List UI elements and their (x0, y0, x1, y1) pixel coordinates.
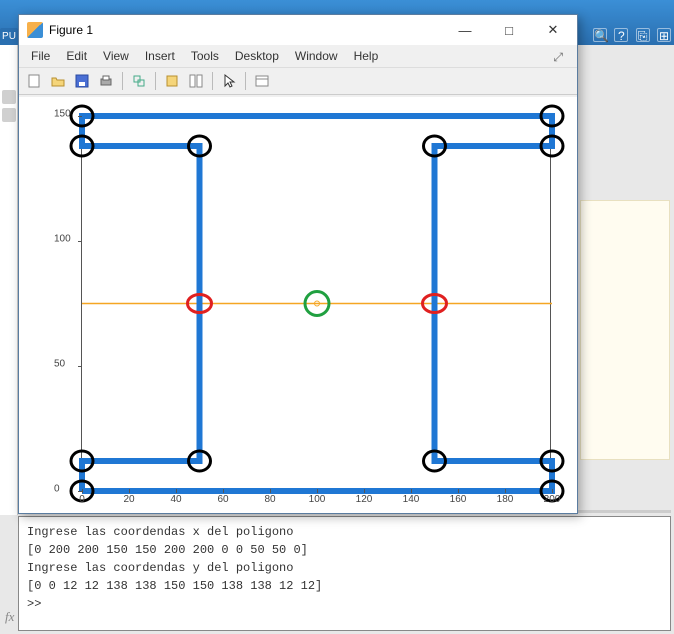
menu-insert[interactable]: Insert (137, 47, 183, 65)
menu-window[interactable]: Window (287, 47, 346, 65)
command-window[interactable]: Ingrese las coordendas x del poligono [0… (18, 516, 671, 631)
plot-area[interactable]: 0 20 40 60 80 100 120 140 160 180 200 0 50 100 150 (19, 97, 577, 513)
link-icon[interactable] (128, 70, 150, 92)
ytick-label: 150 (54, 109, 71, 120)
console-line: Ingrese las coordendas y del poligono (27, 559, 662, 577)
xtick-label: 0 (79, 494, 85, 505)
menu-tools[interactable]: Tools (183, 47, 227, 65)
pointer-icon[interactable] (218, 70, 240, 92)
xtick-label: 180 (497, 494, 514, 505)
plot-canvas (82, 116, 550, 489)
ytick-label: 100 (54, 234, 71, 245)
xtick-label: 20 (123, 494, 134, 505)
figure-window: Figure 1 — □ ✕ File Edit View Insert Too… (18, 14, 578, 514)
xtick-label: 60 (217, 494, 228, 505)
ide-tooltip-panel (580, 200, 670, 460)
layout-icon[interactable] (185, 70, 207, 92)
menu-desktop[interactable]: Desktop (227, 47, 287, 65)
open-icon[interactable] (47, 70, 69, 92)
xtick-label: 160 (450, 494, 467, 505)
layout-icon[interactable]: ⊞ (657, 28, 671, 42)
help-icon[interactable]: ? (614, 28, 628, 42)
xtick-label: 40 (170, 494, 181, 505)
ide-tab-pu[interactable]: PU (0, 28, 18, 46)
toolbar-separator (155, 72, 156, 90)
dock-icon[interactable]: ⤢ (545, 48, 571, 67)
maximize-button[interactable]: □ (487, 16, 531, 44)
gutter-icon[interactable] (2, 108, 16, 122)
figure-toolbar (19, 67, 577, 95)
ytick-label: 0 (54, 484, 60, 495)
xtick-label: 100 (309, 494, 326, 505)
titlebar[interactable]: Figure 1 — □ ✕ (19, 15, 577, 45)
ytick-label: 50 (54, 359, 65, 370)
matlab-icon (27, 22, 43, 38)
menu-view[interactable]: View (95, 47, 137, 65)
minimize-button[interactable]: — (443, 16, 487, 44)
window-title: Figure 1 (49, 23, 443, 37)
save-icon[interactable] (71, 70, 93, 92)
toolbar-separator (212, 72, 213, 90)
ide-left-gutter (0, 45, 18, 515)
fx-icon[interactable]: fx (5, 607, 14, 627)
console-prompt[interactable]: >> (27, 595, 662, 613)
print-icon[interactable] (95, 70, 117, 92)
xtick-label: 200 (544, 494, 561, 505)
search-icon[interactable]: 🔍 (593, 28, 607, 42)
toolbar-separator (122, 72, 123, 90)
new-icon[interactable] (23, 70, 45, 92)
xtick-label: 120 (356, 494, 373, 505)
axes[interactable]: 020406080100120140160180200050100150 (81, 115, 551, 490)
menu-file[interactable]: File (23, 47, 58, 65)
toolbar-separator (245, 72, 246, 90)
ide-quick-icons: 🔍 ? ⎘ ⊞ (589, 28, 671, 44)
close-button[interactable]: ✕ (531, 16, 575, 44)
console-line: [0 200 200 150 150 200 200 0 0 50 50 0] (27, 541, 662, 559)
menu-help[interactable]: Help (346, 47, 387, 65)
menu-edit[interactable]: Edit (58, 47, 95, 65)
prefs-icon[interactable] (161, 70, 183, 92)
copy-icon[interactable]: ⎘ (636, 28, 650, 42)
panel-icon[interactable] (251, 70, 273, 92)
xtick-label: 140 (403, 494, 420, 505)
gutter-icon[interactable] (2, 90, 16, 104)
console-line: [0 0 12 12 138 138 150 150 138 138 12 12… (27, 577, 662, 595)
menubar: File Edit View Insert Tools Desktop Wind… (19, 45, 577, 67)
console-line: Ingrese las coordendas x del poligono (27, 523, 662, 541)
xtick-label: 80 (264, 494, 275, 505)
